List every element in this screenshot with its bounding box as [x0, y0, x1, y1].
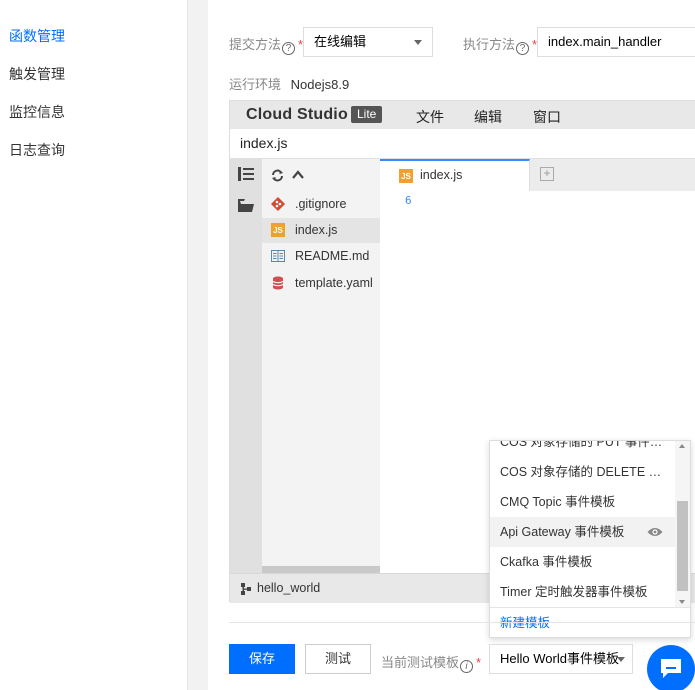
file-name: .gitignore [295, 197, 347, 211]
runtime-row: 运行环境 Nodejs8.9 [229, 74, 349, 93]
submit-method-value: 在线编辑 [314, 34, 367, 49]
ide-current-file: index.js [230, 129, 695, 159]
database-icon [272, 276, 284, 290]
refresh-icon[interactable] [271, 169, 284, 182]
file-item-gitignore[interactable]: .gitignore [262, 192, 380, 217]
project-tree-icon [241, 583, 251, 595]
dropdown-item-label: Api Gateway 事件模板 [500, 525, 625, 539]
menu-window[interactable]: 窗口 [533, 107, 561, 127]
ide-lite-badge: Lite [351, 106, 383, 123]
chat-support-button[interactable] [647, 645, 695, 690]
info-icon[interactable]: i [460, 660, 474, 673]
file-explorer: .gitignore JS index.js README.md templat… [262, 159, 380, 573]
ide-activity-bar [230, 159, 262, 573]
current-template-label-text: 当前测试模板 [381, 655, 460, 670]
test-button[interactable]: 测试 [305, 644, 371, 674]
chevron-down-icon [617, 657, 625, 662]
folder-icon[interactable] [238, 199, 254, 212]
line-number: 6 [405, 194, 412, 207]
dropdown-item[interactable]: Timer 定时触发器事件模板 [490, 577, 675, 607]
chat-icon [661, 659, 681, 678]
scrollbar-thumb[interactable] [677, 501, 688, 591]
dropdown-scrollbar[interactable] [675, 441, 690, 607]
js-file-icon: JS [271, 223, 285, 237]
help-icon[interactable]: ? [516, 42, 530, 55]
dropdown-item-hovered[interactable]: Api Gateway 事件模板 [490, 517, 675, 547]
git-icon [271, 197, 285, 211]
runtime-value: Nodejs8.9 [290, 77, 350, 92]
dropdown-item[interactable]: CMQ Topic 事件模板 [490, 487, 675, 517]
submit-method-select[interactable]: 在线编辑 [303, 27, 433, 57]
submit-method-label: 提交方法? * [229, 34, 303, 55]
scroll-up-icon[interactable] [679, 444, 685, 448]
file-explorer-toolbar [262, 159, 380, 191]
file-name: index.js [295, 223, 338, 237]
markdown-icon [271, 250, 285, 262]
project-name: hello_world [257, 581, 321, 595]
sidebar-item-log-query[interactable]: 日志查询 [9, 140, 65, 160]
required-mark: * [476, 655, 482, 670]
horizontal-scrollbar[interactable] [262, 566, 380, 573]
ide-brand: Cloud Studio [246, 106, 348, 123]
file-item-template-yaml[interactable]: template.yaml [262, 271, 380, 296]
divider [229, 622, 695, 623]
file-name: template.yaml [295, 276, 373, 290]
exec-method-label-text: 执行方法 [463, 37, 516, 52]
chevron-down-icon [414, 40, 422, 45]
exec-method-label: 执行方法? * [463, 34, 537, 55]
editor-tab-bar: JS index.js + [380, 159, 695, 191]
runtime-label: 运行环境 [229, 77, 282, 92]
dropdown-item[interactable]: COS 对象存储的 DELETE … [490, 457, 675, 487]
js-file-icon: JS [399, 169, 413, 183]
sidebar-item-function-management[interactable]: 函数管理 [9, 26, 65, 46]
ide-menubar: Cloud Studio Lite 文件 编辑 窗口 [230, 101, 695, 129]
eye-icon[interactable] [647, 527, 663, 537]
dropdown-item[interactable]: COS 对象存储的 PUT 事件… [490, 441, 675, 457]
sidebar-item-trigger-management[interactable]: 触发管理 [9, 64, 65, 84]
tab-label: index.js [420, 168, 463, 182]
file-tree-icon[interactable] [238, 167, 254, 181]
menu-file[interactable]: 文件 [416, 107, 444, 127]
file-item-readme[interactable]: README.md [262, 244, 380, 269]
sidebar-item-monitoring[interactable]: 监控信息 [9, 102, 65, 122]
exec-method-input[interactable]: index.main_handler [537, 27, 695, 57]
current-template-value: Hello World事件模板 [500, 651, 619, 666]
help-icon[interactable]: ? [282, 42, 296, 55]
exec-method-value: index.main_handler [548, 34, 662, 49]
current-template-select[interactable]: Hello World事件模板 [489, 644, 633, 674]
file-item-index-js[interactable]: JS index.js [262, 218, 380, 243]
tab-index-js[interactable]: JS index.js [380, 159, 530, 191]
dropdown-item[interactable]: Ckafka 事件模板 [490, 547, 675, 577]
chevron-up-icon[interactable] [292, 170, 304, 179]
add-tab-icon[interactable]: + [540, 167, 554, 181]
test-template-dropdown: COS 对象存储的 PUT 事件… COS 对象存储的 DELETE … CMQ… [489, 440, 691, 638]
current-template-label: 当前测试模板 i * [381, 652, 481, 673]
sidebar: 函数管理 触发管理 监控信息 日志查询 [0, 0, 188, 690]
file-name: README.md [295, 249, 370, 263]
save-button[interactable]: 保存 [229, 644, 295, 674]
scroll-down-icon[interactable] [679, 600, 685, 604]
menu-edit[interactable]: 编辑 [474, 107, 502, 127]
submit-method-label-text: 提交方法 [229, 37, 282, 52]
